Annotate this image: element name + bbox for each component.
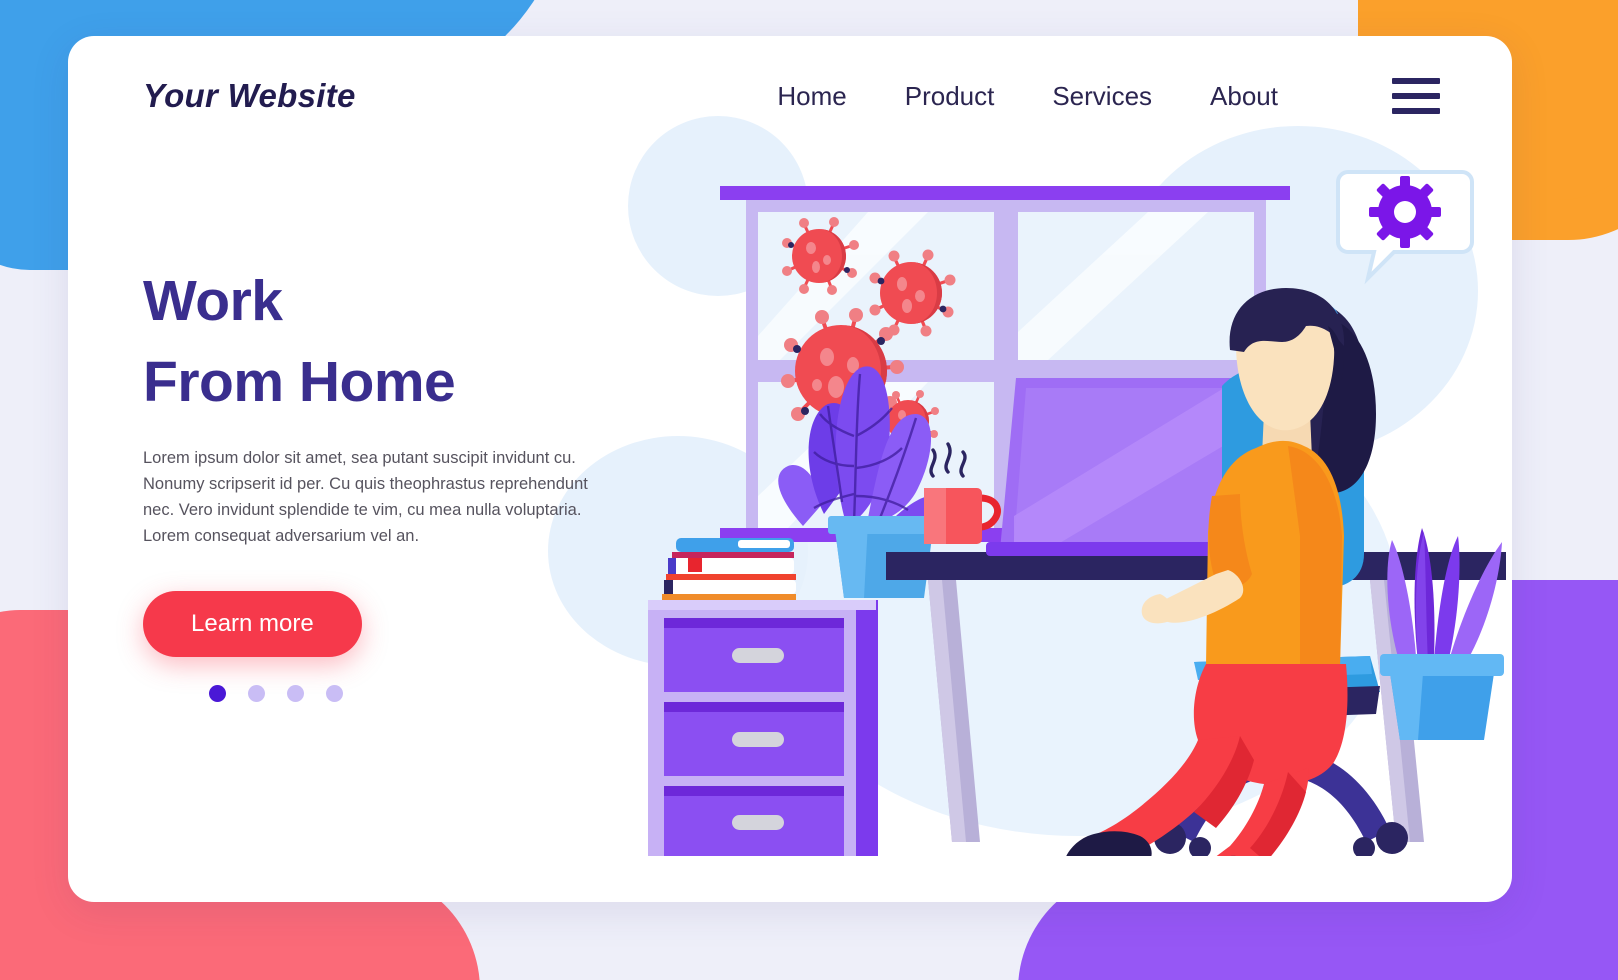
carousel-dot-3[interactable] [287,685,304,703]
headline-line-2: From Home [143,349,456,414]
page-title: Work From Home [143,261,663,423]
book-stack [662,538,796,600]
hamburger-bar-1 [1392,78,1440,84]
site-logo[interactable]: Your Website [143,77,356,115]
hamburger-bar-2 [1392,93,1440,99]
hamburger-menu-icon[interactable] [1392,78,1440,114]
drawer-3 [664,786,844,856]
site-header: Your Website Home Product Services About [68,36,1512,156]
carousel-dot-2[interactable] [248,685,265,703]
hamburger-bar-3 [1392,108,1440,114]
carousel-dot-1[interactable] [209,685,226,703]
page-root: Your Website Home Product Services About… [0,0,1618,980]
work-from-home-illustration [628,136,1508,856]
carousel-dots [209,685,663,703]
hero-copy-block: Work From Home Lorem ipsum dolor sit ame… [143,261,663,703]
carousel-dot-4[interactable] [326,685,343,703]
hero-card: Your Website Home Product Services About… [68,36,1512,902]
gear-icon [1369,176,1441,248]
nav-link-product[interactable]: Product [905,81,995,112]
learn-more-button[interactable]: Learn more [143,591,362,658]
headline-line-1: Work [143,269,283,333]
drawer-1 [664,618,844,692]
nav-link-services[interactable]: Services [1052,81,1152,112]
hero-paragraph: Lorem ipsum dolor sit amet, sea putant s… [143,448,588,546]
nav-link-about[interactable]: About [1210,81,1278,112]
drawer-2 [664,702,844,776]
nav-link-home[interactable]: Home [777,81,846,112]
main-navigation: Home Product Services About [777,78,1440,114]
speech-bubble-gear [1336,170,1474,285]
